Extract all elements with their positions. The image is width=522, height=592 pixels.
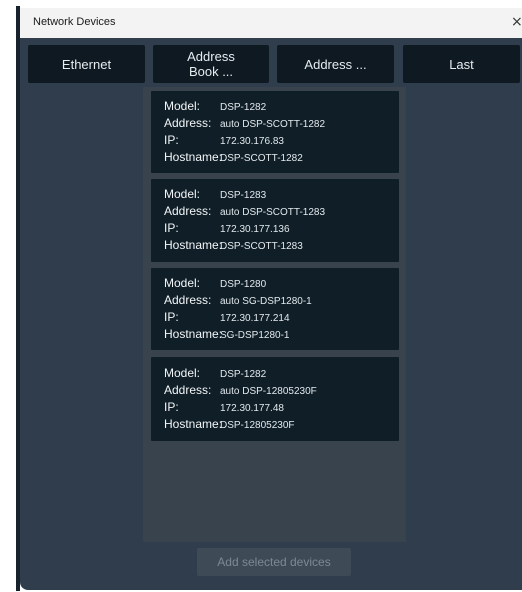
hostname-label: Hostname: (164, 150, 223, 164)
tab-ethernet[interactable]: Ethernet (28, 45, 145, 83)
tab-address-book-label-line1: Address (187, 49, 235, 64)
device-address-row: Address: auto DSP-12805230F (164, 383, 317, 397)
device-address: auto SG-DSP1280-1 (220, 296, 312, 307)
address-label: Address: (164, 383, 212, 397)
device-model-row: Model: DSP-1282 (164, 366, 266, 380)
ip-label: IP: (164, 400, 179, 414)
device-hostname: SG-DSP1280-1 (220, 330, 290, 341)
ip-label: IP: (164, 133, 179, 147)
device-ip: 172.30.177.136 (220, 224, 290, 235)
device-card[interactable]: Model: DSP-1280 Address: auto SG-DSP1280… (151, 268, 399, 350)
tab-address-book-label-line2: Book ... (188, 64, 234, 79)
device-ip-row: IP: 172.30.176.83 (164, 133, 284, 147)
device-hostname-row: Hostname: DSP-SCOTT-1282 (164, 150, 303, 164)
device-hostname-row: Hostname: DSP-12805230F (164, 417, 295, 431)
device-address-row: Address: auto DSP-SCOTT-1282 (164, 116, 325, 130)
add-selected-devices-button[interactable]: Add selected devices (197, 548, 351, 576)
device-address: auto DSP-SCOTT-1283 (220, 207, 326, 218)
hostname-label: Hostname: (164, 417, 223, 431)
window-title: Network Devices (33, 16, 116, 28)
device-model: DSP-1282 (220, 369, 267, 380)
device-card[interactable]: Model: DSP-1282 Address: auto DSP-SCOTT-… (151, 91, 399, 173)
device-hostname-row: Hostname: DSP-SCOTT-1283 (164, 238, 303, 252)
device-hostname: DSP-SCOTT-1282 (220, 153, 303, 164)
device-hostname: DSP-12805230F (220, 420, 295, 431)
address-label: Address: (164, 293, 212, 307)
device-ip: 172.30.177.214 (220, 313, 290, 324)
device-model: DSP-1282 (220, 102, 267, 113)
ip-label: IP: (164, 310, 179, 324)
tab-address-label: Address ... (304, 56, 367, 72)
device-ip: 172.30.177.48 (220, 403, 284, 414)
tab-last[interactable]: Last (403, 45, 520, 83)
device-address-row: Address: auto SG-DSP1280-1 (164, 293, 312, 307)
tab-last-label: Last (449, 56, 474, 72)
device-address: auto DSP-SCOTT-1282 (220, 119, 326, 130)
network-devices-window: Network Devices × Ethernet Address Book … (20, 8, 522, 590)
device-model: DSP-1280 (220, 279, 267, 290)
device-address: auto DSP-12805230F (220, 386, 317, 397)
device-model: DSP-1283 (220, 190, 267, 201)
device-address-row: Address: auto DSP-SCOTT-1283 (164, 204, 325, 218)
device-model-row: Model: DSP-1282 (164, 99, 266, 113)
model-label: Model: (164, 99, 201, 113)
tab-address-book[interactable]: Address Book ... (153, 45, 269, 83)
model-label: Model: (164, 276, 201, 290)
hostname-label: Hostname: (164, 238, 223, 252)
model-label: Model: (164, 366, 201, 380)
device-card[interactable]: Model: DSP-1283 Address: auto DSP-SCOTT-… (151, 179, 399, 262)
tab-ethernet-label: Ethernet (61, 56, 112, 72)
model-label: Model: (164, 187, 201, 201)
device-ip-row: IP: 172.30.177.136 (164, 221, 290, 235)
device-hostname: DSP-SCOTT-1283 (220, 241, 303, 252)
device-ip-row: IP: 172.30.177.214 (164, 310, 290, 324)
device-card[interactable]: Model: DSP-1282 Address: auto DSP-128052… (151, 357, 399, 441)
device-hostname-row: Hostname: SG-DSP1280-1 (164, 327, 289, 341)
close-icon[interactable]: × (511, 13, 522, 31)
ip-label: IP: (164, 221, 179, 235)
address-label: Address: (164, 116, 212, 130)
device-ip: 172.30.176.83 (220, 136, 284, 147)
device-model-row: Model: DSP-1283 (164, 187, 266, 201)
device-model-row: Model: DSP-1280 (164, 276, 266, 290)
title-bar[interactable]: Network Devices × (20, 8, 522, 38)
tab-address[interactable]: Address ... (277, 45, 394, 83)
address-label: Address: (164, 204, 212, 218)
hostname-label: Hostname: (164, 327, 223, 341)
device-ip-row: IP: 172.30.177.48 (164, 400, 284, 414)
